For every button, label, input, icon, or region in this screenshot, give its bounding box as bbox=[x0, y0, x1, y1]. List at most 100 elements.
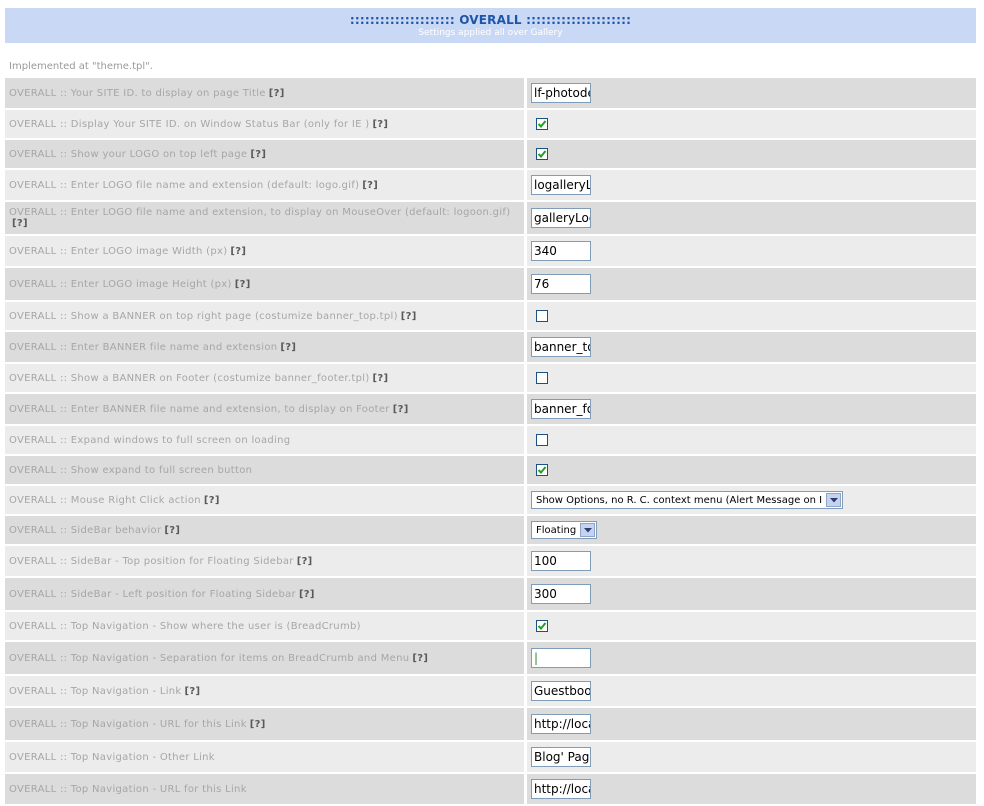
setting-checkbox[interactable] bbox=[536, 464, 548, 476]
help-link[interactable]: [?] bbox=[362, 180, 378, 191]
setting-control-cell bbox=[527, 612, 976, 640]
section-header: ::::::::::::::::::::: OVERALL ::::::::::… bbox=[5, 8, 976, 43]
setting-label-cell: OVERALL :: SideBar - Left position for F… bbox=[5, 578, 524, 610]
setting-label-cell: OVERALL :: Display Your SITE ID. on Wind… bbox=[5, 110, 524, 138]
setting-label-cell: OVERALL :: Show a BANNER on Footer (cost… bbox=[5, 364, 524, 392]
settings-row: OVERALL :: SideBar - Left position for F… bbox=[5, 578, 976, 612]
chevron-down-icon[interactable] bbox=[826, 493, 841, 507]
help-link[interactable]: [?] bbox=[250, 719, 266, 730]
setting-label-wrap: OVERALL :: Top Navigation - Show where t… bbox=[9, 621, 361, 632]
setting-text-input[interactable]: banner_top bbox=[531, 337, 591, 357]
setting-control-cell bbox=[527, 140, 976, 168]
setting-control-cell: 76 bbox=[527, 268, 976, 300]
setting-label-wrap: OVERALL :: Show expand to full screen bu… bbox=[9, 465, 252, 476]
setting-label-wrap: OVERALL :: Enter BANNER file name and ex… bbox=[9, 342, 296, 353]
settings-row: OVERALL :: Enter BANNER file name and ex… bbox=[5, 332, 976, 364]
setting-label-cell: OVERALL :: Your SITE ID. to display on p… bbox=[5, 78, 524, 108]
setting-label: OVERALL :: Enter LOGO file name and exte… bbox=[9, 207, 511, 218]
setting-label-cell: OVERALL :: Enter BANNER file name and ex… bbox=[5, 332, 524, 362]
help-link[interactable]: [?] bbox=[204, 495, 220, 506]
chevron-down-icon[interactable] bbox=[580, 523, 595, 537]
setting-label: OVERALL :: Expand windows to full screen… bbox=[9, 434, 291, 446]
setting-checkbox[interactable] bbox=[536, 118, 548, 130]
setting-label-wrap: OVERALL :: Enter LOGO image Height (px)[… bbox=[9, 279, 251, 290]
setting-control-cell: banner_footer bbox=[527, 394, 976, 424]
setting-text-input[interactable]: lf-photodesign bbox=[531, 83, 591, 103]
setting-checkbox[interactable] bbox=[536, 310, 548, 322]
help-link[interactable]: [?] bbox=[235, 279, 251, 290]
setting-label: OVERALL :: Enter LOGO image Height (px) bbox=[9, 278, 232, 290]
setting-text-input[interactable]: Blog' Page bbox=[531, 747, 591, 767]
setting-label: OVERALL :: Enter BANNER file name and ex… bbox=[9, 403, 390, 415]
help-link[interactable]: [?] bbox=[412, 653, 428, 664]
settings-row: OVERALL :: SideBar - Top position for Fl… bbox=[5, 546, 976, 578]
help-link[interactable]: [?] bbox=[393, 404, 409, 415]
setting-label-cell: OVERALL :: SideBar - Top position for Fl… bbox=[5, 546, 524, 576]
setting-label-cell: OVERALL :: Enter LOGO file name and exte… bbox=[5, 170, 524, 200]
setting-text-input[interactable]: banner_footer bbox=[531, 399, 591, 419]
setting-label-cell: OVERALL :: Show expand to full screen bu… bbox=[5, 456, 524, 484]
setting-control-cell: | bbox=[527, 642, 976, 674]
settings-row: OVERALL :: Show expand to full screen bu… bbox=[5, 456, 976, 486]
setting-control-cell: Blog' Page bbox=[527, 742, 976, 772]
help-link[interactable]: [?] bbox=[299, 589, 315, 600]
setting-text-input[interactable]: galleryLogo bbox=[531, 208, 591, 228]
help-link[interactable]: [?] bbox=[280, 342, 296, 353]
setting-label: OVERALL :: Enter LOGO file name and exte… bbox=[9, 179, 360, 191]
settings-row: OVERALL :: Show a BANNER on Footer (cost… bbox=[5, 364, 976, 394]
checkmark-icon bbox=[537, 622, 547, 630]
setting-label-wrap: OVERALL :: Top Navigation - Link [?] bbox=[9, 686, 200, 697]
setting-text-input[interactable]: 100 bbox=[531, 551, 591, 571]
settings-row: OVERALL :: Top Navigation - Separation f… bbox=[5, 642, 976, 676]
setting-control-cell: 300 bbox=[527, 578, 976, 610]
setting-label: OVERALL :: Top Navigation - Separation f… bbox=[9, 652, 410, 664]
setting-control-cell: Show Options, no R. C. context menu (Ale… bbox=[527, 486, 976, 514]
setting-checkbox[interactable] bbox=[536, 148, 548, 160]
setting-control-cell: 340 bbox=[527, 236, 976, 266]
setting-label: OVERALL :: Mouse Right Click action bbox=[9, 494, 201, 506]
setting-label: OVERALL :: Your SITE ID. to display on p… bbox=[9, 87, 266, 99]
setting-text-input[interactable]: http://localhost bbox=[531, 714, 591, 734]
help-link[interactable]: [?] bbox=[297, 556, 313, 567]
help-link[interactable]: [?] bbox=[373, 373, 389, 384]
select-value: Show Options, no R. C. context menu (Ale… bbox=[536, 494, 823, 506]
settings-row: OVERALL :: Enter LOGO image Width (px) [?… bbox=[5, 236, 976, 268]
help-link[interactable]: [?] bbox=[250, 149, 266, 160]
help-link[interactable]: [?] bbox=[12, 218, 28, 229]
help-link[interactable]: [?] bbox=[372, 119, 388, 130]
setting-control-cell: Floating bbox=[527, 516, 976, 544]
setting-label-cell: OVERALL :: Top Navigation - Show where t… bbox=[5, 612, 524, 640]
setting-select[interactable]: Show Options, no R. C. context menu (Ale… bbox=[531, 491, 843, 509]
setting-label-wrap: OVERALL :: Mouse Right Click action [?] bbox=[9, 495, 220, 506]
settings-row: OVERALL :: Enter BANNER file name and ex… bbox=[5, 394, 976, 426]
setting-checkbox[interactable] bbox=[536, 620, 548, 632]
help-link[interactable]: [?] bbox=[185, 686, 201, 697]
setting-label-wrap: OVERALL :: Show a BANNER on top right pa… bbox=[9, 311, 417, 322]
setting-control-cell: Guestbook bbox=[527, 676, 976, 706]
setting-text-input[interactable]: 340 bbox=[531, 241, 591, 261]
checkmark-icon bbox=[537, 120, 547, 128]
setting-control-cell bbox=[527, 110, 976, 138]
setting-control-cell: 100 bbox=[527, 546, 976, 576]
help-link[interactable]: [?] bbox=[269, 88, 285, 99]
help-link[interactable]: [?] bbox=[164, 525, 180, 536]
setting-control-cell: banner_top bbox=[527, 332, 976, 362]
setting-label-wrap: OVERALL :: Top Navigation - URL for this… bbox=[9, 719, 266, 730]
setting-checkbox[interactable] bbox=[536, 434, 548, 446]
setting-label-wrap: OVERALL :: Top Navigation - Other Link bbox=[9, 752, 215, 763]
settings-row: OVERALL :: SideBar behavior [?] Floating bbox=[5, 516, 976, 546]
setting-text-input[interactable]: http://localhost bbox=[531, 779, 591, 799]
setting-checkbox[interactable] bbox=[536, 372, 548, 384]
setting-text-input[interactable]: 76 bbox=[531, 274, 591, 294]
setting-text-input[interactable]: 300 bbox=[531, 584, 591, 604]
setting-text-input[interactable]: Guestbook bbox=[531, 681, 591, 701]
select-value: Floating bbox=[536, 524, 577, 536]
help-link[interactable]: [?] bbox=[401, 311, 417, 322]
setting-select[interactable]: Floating bbox=[531, 521, 597, 539]
checkmark-icon bbox=[537, 150, 547, 158]
setting-label: OVERALL :: Top Navigation - Show where t… bbox=[9, 620, 361, 632]
setting-label-cell: OVERALL :: Top Navigation - Other Link bbox=[5, 742, 524, 772]
setting-text-input[interactable]: | bbox=[531, 648, 591, 668]
help-link[interactable]: [?] bbox=[230, 246, 246, 257]
setting-text-input[interactable]: logalleryLogo bbox=[531, 175, 591, 195]
